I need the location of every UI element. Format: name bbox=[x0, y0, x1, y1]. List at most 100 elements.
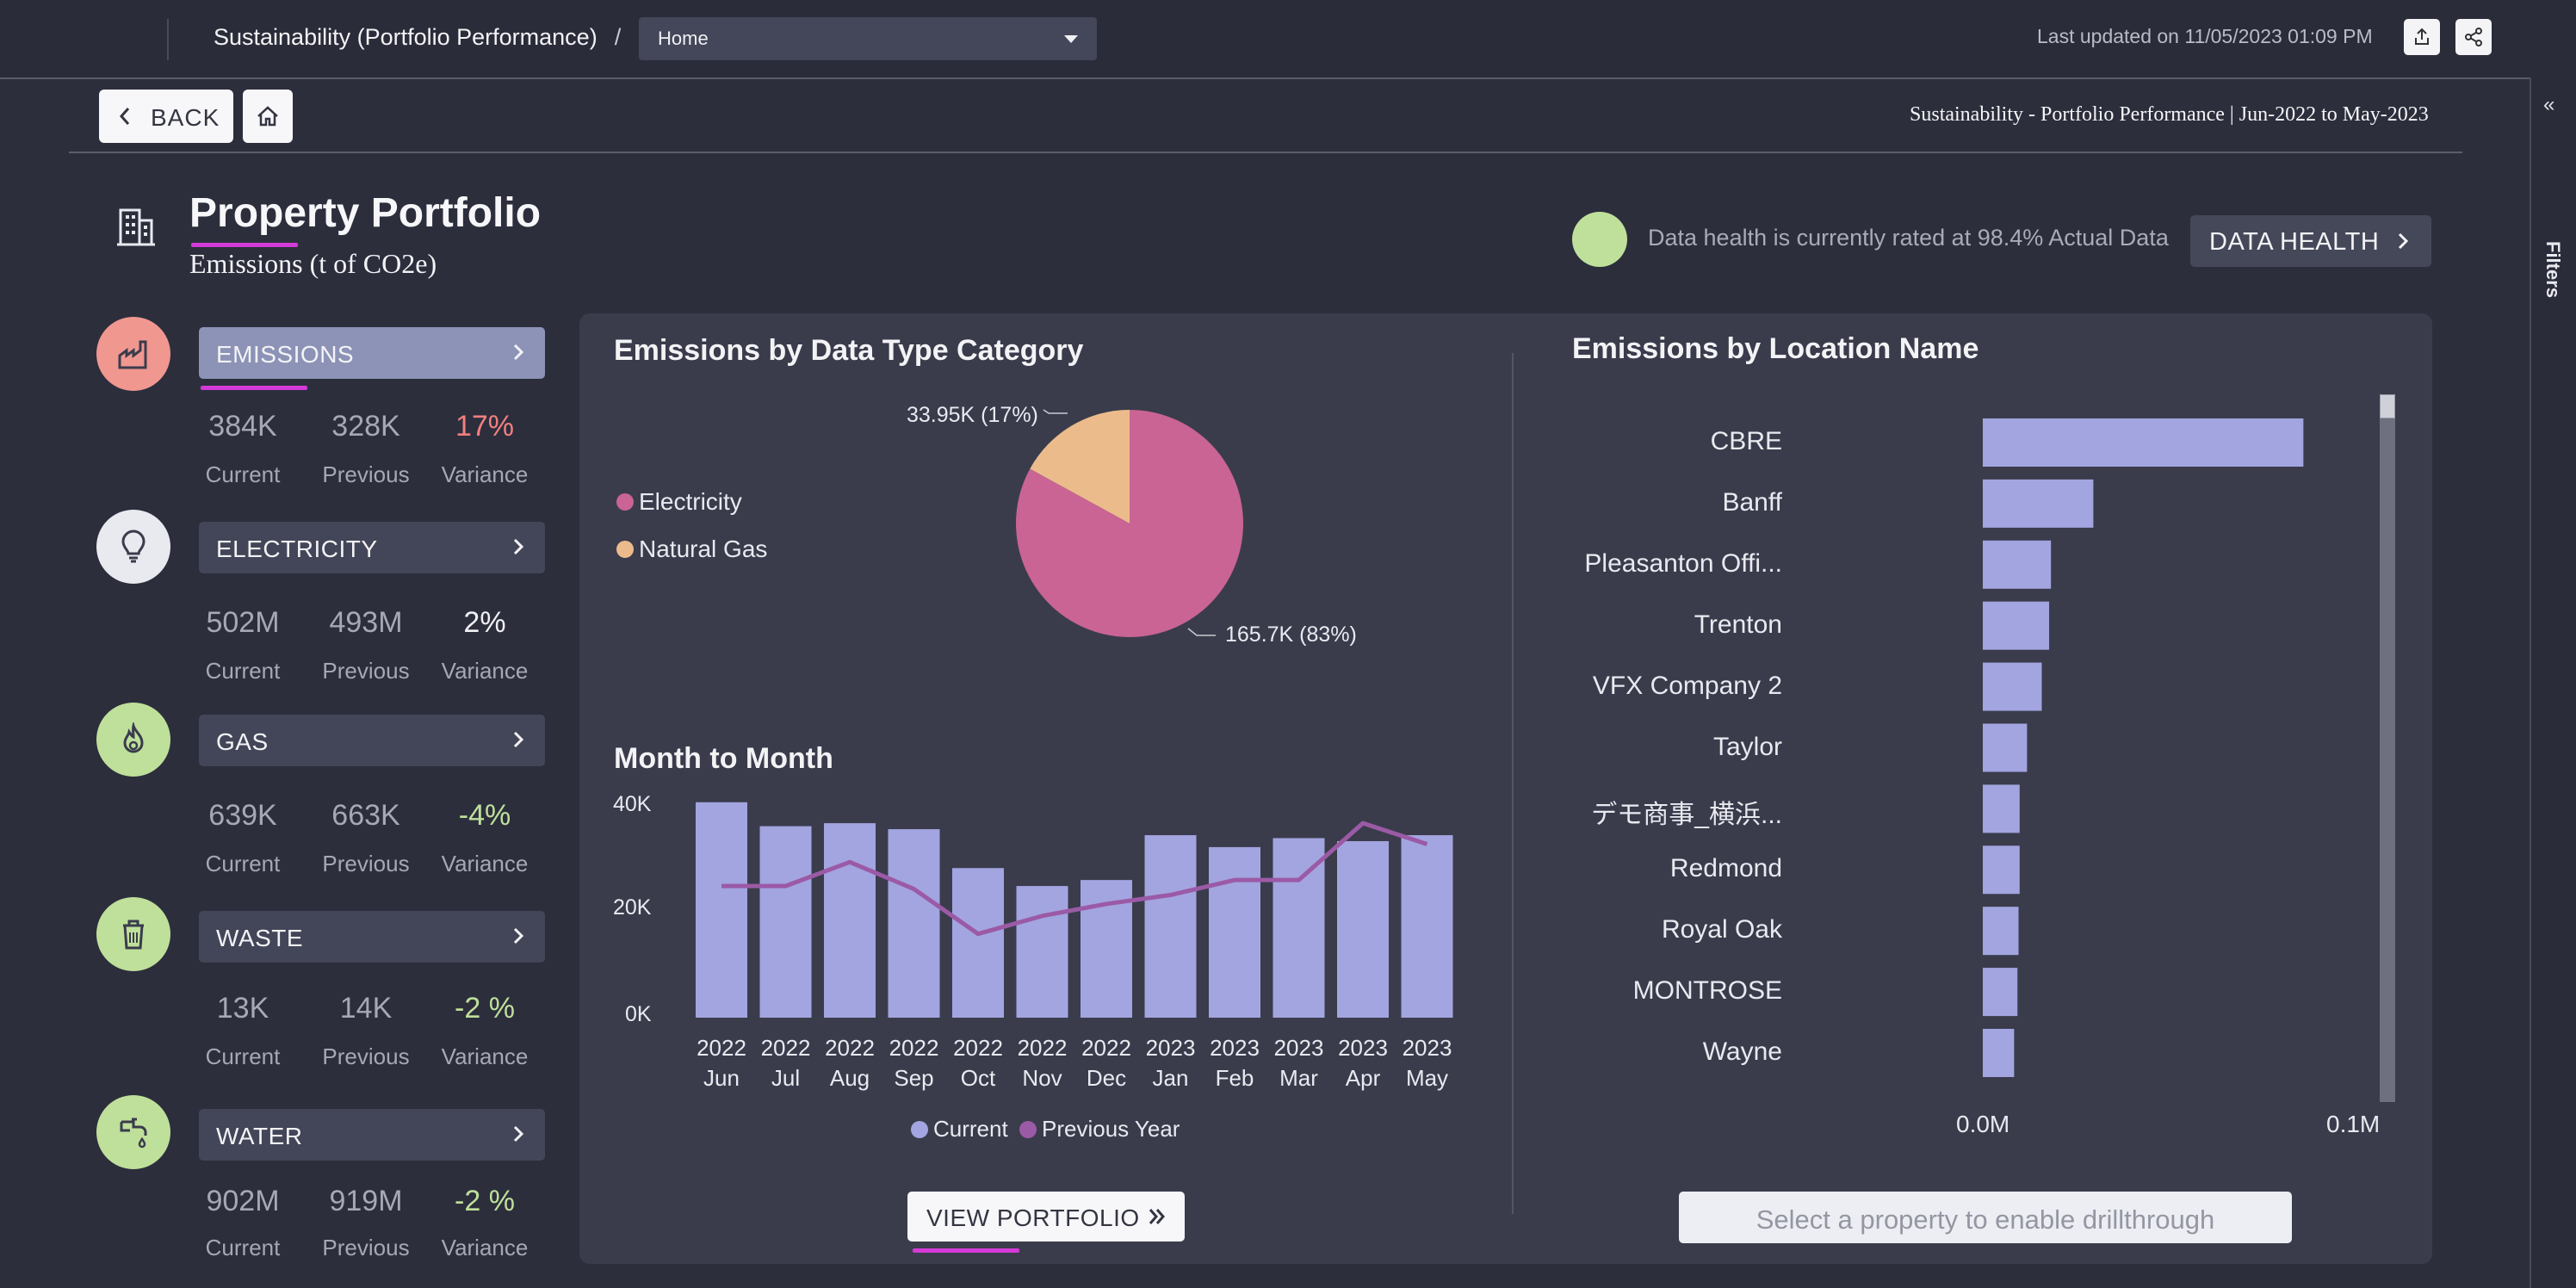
drillthrough-button[interactable]: Select a property to enable drillthrough bbox=[1679, 1192, 2292, 1243]
category-button-emissions[interactable]: EMISSIONS bbox=[199, 327, 545, 379]
x-tick-label: 2023 Apr bbox=[1338, 1035, 1388, 1091]
export-button[interactable] bbox=[2404, 19, 2440, 55]
share-icon bbox=[2465, 28, 2482, 46]
bar-current[interactable] bbox=[1337, 840, 1389, 1018]
x-tick-label: 2023 Feb bbox=[1210, 1035, 1260, 1091]
breadcrumb-report[interactable]: Sustainability (Portfolio Performance) bbox=[214, 24, 598, 50]
y-tick-label: 0K bbox=[625, 1002, 652, 1026]
chevron-left-icon bbox=[119, 108, 130, 125]
location-label[interactable]: デモ商事_横浜... bbox=[1524, 793, 1782, 831]
location-bar[interactable] bbox=[1983, 784, 2020, 833]
bar-current[interactable] bbox=[1209, 846, 1260, 1018]
metric-variance: -2 % bbox=[455, 1185, 515, 1217]
page-title: Property Portfolio bbox=[189, 190, 542, 236]
view-portfolio-button[interactable]: VIEW PORTFOLIO bbox=[907, 1192, 1185, 1242]
bar-current[interactable] bbox=[759, 826, 812, 1018]
page-select[interactable]: Home bbox=[639, 17, 1097, 60]
chevron-right-icon bbox=[513, 1125, 524, 1142]
share-button[interactable] bbox=[2455, 19, 2492, 55]
filters-pane[interactable]: « Filters bbox=[2530, 77, 2576, 1288]
breadcrumb-separator: / bbox=[614, 24, 622, 50]
double-chevron-left-icon[interactable]: « bbox=[2543, 93, 2554, 117]
x-tick-label: 2023 Mar bbox=[1273, 1035, 1324, 1091]
location-label[interactable]: Pleasanton Offi... bbox=[1524, 549, 1782, 579]
bar-current[interactable] bbox=[1401, 835, 1453, 1018]
x-tick-label: 0.0M bbox=[1956, 1111, 2010, 1137]
chevron-right-icon bbox=[513, 538, 524, 555]
metric-previous: 919M bbox=[329, 1185, 403, 1217]
waste-badge bbox=[96, 897, 170, 971]
legend-label[interactable]: Current bbox=[933, 1116, 1008, 1142]
metric-previous: 493M bbox=[329, 606, 403, 639]
location-label[interactable]: CBRE bbox=[1524, 427, 1782, 456]
metric-label: Previous bbox=[322, 851, 410, 876]
home-button[interactable] bbox=[243, 90, 293, 143]
location-bar[interactable] bbox=[1983, 907, 2019, 956]
location-bar[interactable] bbox=[1983, 845, 2020, 895]
bar-current[interactable] bbox=[1016, 886, 1068, 1018]
button-underline bbox=[913, 1248, 1019, 1253]
category-button-electricity[interactable]: ELECTRICITY bbox=[199, 522, 545, 573]
metric-current: 384K bbox=[208, 410, 277, 443]
bar-current[interactable] bbox=[696, 802, 747, 1018]
location-bar[interactable] bbox=[1983, 601, 2050, 650]
category-button-water[interactable]: WATER bbox=[199, 1109, 545, 1161]
location-bar[interactable] bbox=[1983, 540, 2052, 589]
bar-current[interactable] bbox=[888, 829, 940, 1018]
scrollbar-thumb[interactable] bbox=[2380, 394, 2395, 418]
legend-label[interactable]: Previous Year bbox=[1042, 1116, 1180, 1142]
y-tick-label: 20K bbox=[613, 895, 652, 920]
data-health-label: DATA HEALTH bbox=[2209, 228, 2380, 256]
location-bar[interactable] bbox=[1983, 418, 2304, 467]
bar-current[interactable] bbox=[952, 868, 1004, 1018]
location-bar[interactable] bbox=[1983, 968, 2018, 1017]
back-button[interactable]: BACK bbox=[99, 90, 233, 143]
breadcrumb: Sustainability (Portfolio Performance) / bbox=[214, 24, 621, 51]
location-label[interactable]: Redmond bbox=[1524, 854, 1782, 883]
month-axis: 2022 Jun 2022 Jul 2022 Aug 2022 Sep 2022 Oct 2022 N… bbox=[0, 1033, 1452, 1091]
divider bbox=[69, 152, 2462, 153]
double-chevron-right-icon bbox=[1149, 1209, 1165, 1224]
location-label[interactable]: Wayne bbox=[1524, 1037, 1782, 1067]
x-tick-label: 2023 Jan bbox=[1145, 1035, 1196, 1091]
pie-data-label: 165.7K (83%) bbox=[1225, 622, 1357, 647]
filters-label[interactable]: Filters bbox=[2542, 241, 2564, 298]
category-button-waste[interactable]: WASTE bbox=[199, 911, 545, 963]
legend-label[interactable]: Natural Gas bbox=[639, 536, 767, 563]
metric-label: Current bbox=[205, 1235, 281, 1260]
bar-current[interactable] bbox=[824, 823, 876, 1018]
data-health-button[interactable]: DATA HEALTH bbox=[2190, 215, 2431, 267]
location-label[interactable]: Taylor bbox=[1524, 733, 1782, 762]
metric-label: Previous bbox=[322, 1043, 410, 1069]
metric-label: Current bbox=[205, 461, 281, 487]
location-bar[interactable] bbox=[1983, 1029, 2015, 1077]
category-button-gas[interactable]: GAS bbox=[199, 715, 545, 766]
pie-leader-line bbox=[1043, 409, 1068, 414]
location-label[interactable]: Trenton bbox=[1524, 610, 1782, 640]
location-label[interactable]: MONTROSE bbox=[1524, 976, 1782, 1006]
x-tick-label: 2022 Oct bbox=[953, 1035, 1003, 1091]
scrollbar-track[interactable] bbox=[2380, 394, 2395, 1102]
export-icon bbox=[2415, 28, 2429, 45]
location-bar[interactable] bbox=[1983, 479, 2094, 528]
month-chart[interactable] bbox=[689, 775, 1464, 1025]
back-label: BACK bbox=[151, 104, 220, 131]
water-badge bbox=[96, 1095, 170, 1169]
metric-label: Variance bbox=[441, 461, 529, 487]
location-bar[interactable] bbox=[1983, 662, 2042, 711]
flame-icon bbox=[123, 722, 144, 753]
metric-variance: 17% bbox=[455, 410, 515, 443]
location-label[interactable]: VFX Company 2 bbox=[1524, 672, 1782, 701]
bar-current[interactable] bbox=[1144, 835, 1197, 1018]
metric-current: 502M bbox=[206, 606, 280, 639]
metric-current: 13K bbox=[216, 992, 269, 1025]
location-chart[interactable] bbox=[1980, 405, 2359, 1093]
category-label: GAS bbox=[216, 728, 269, 755]
location-label[interactable]: Royal Oak bbox=[1524, 915, 1782, 944]
location-bar[interactable] bbox=[1983, 723, 2028, 772]
legend-label[interactable]: Electricity bbox=[639, 488, 742, 516]
metric-previous: 14K bbox=[339, 992, 393, 1025]
location-label[interactable]: Banff bbox=[1524, 488, 1782, 517]
x-tick-label: 2022 Nov bbox=[1017, 1035, 1068, 1091]
page-subtitle: Emissions (t of CO2e) bbox=[189, 248, 437, 279]
